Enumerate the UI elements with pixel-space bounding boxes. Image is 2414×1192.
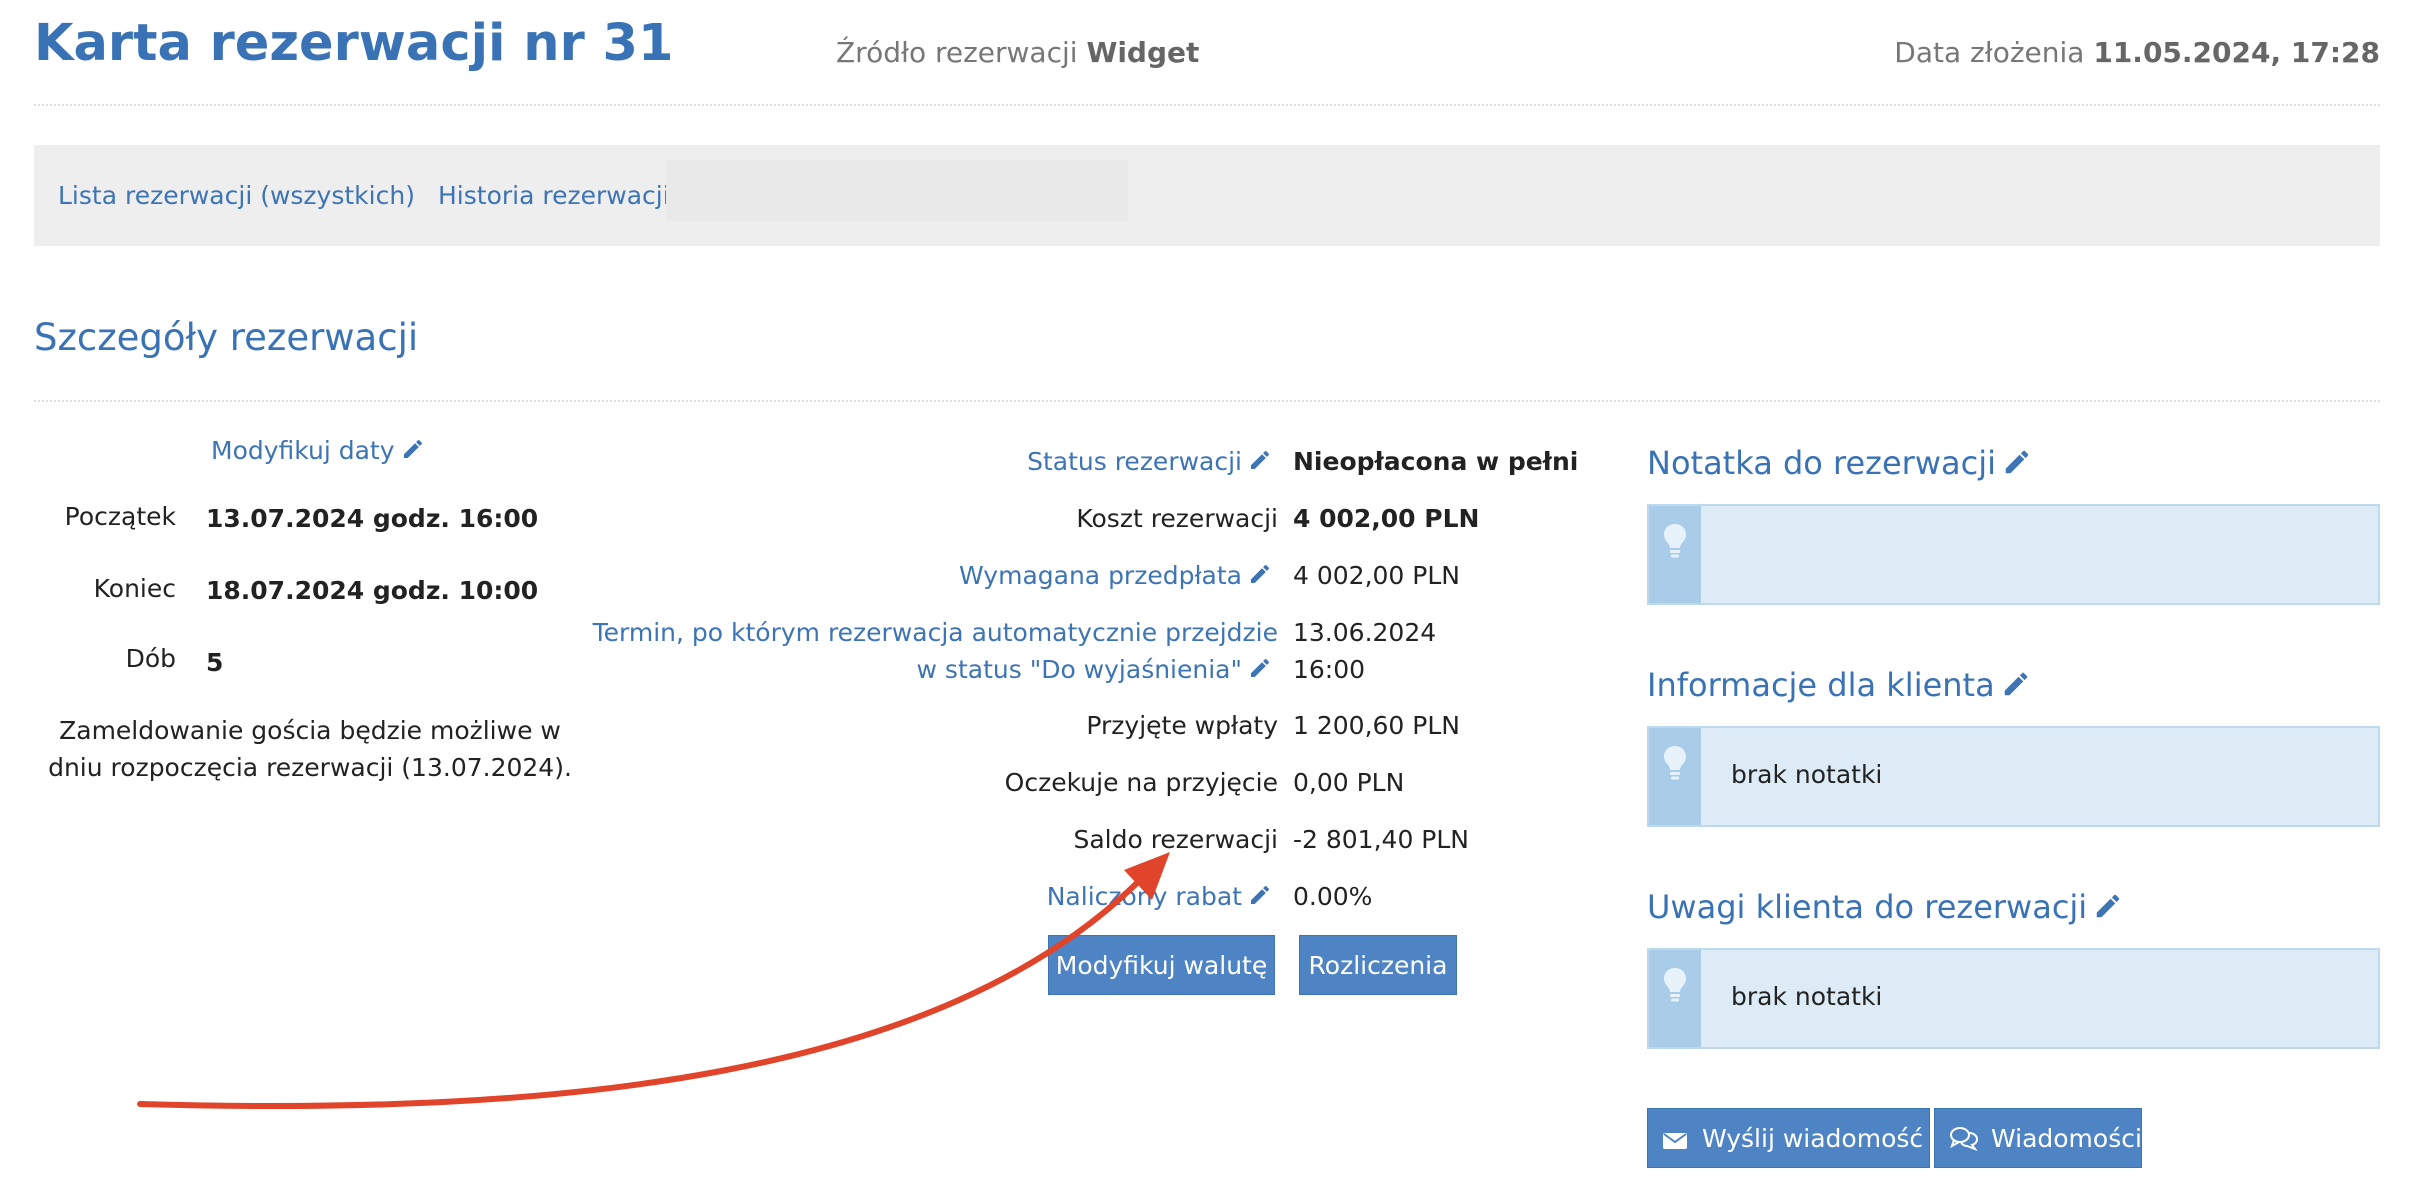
pencil-icon [403,439,422,458]
chat-bubbles-icon [1950,1127,1979,1152]
reservation-source-value: Widget [1086,36,1200,69]
status-value: Nieopłacona w pełni [1293,447,1579,476]
pending-label: Oczekuje na przyjęcie [1004,768,1278,797]
client-info-title: Informacje dla klienta [1647,666,1995,704]
client-remarks-edit[interactable]: Uwagi klienta do rezerwacji [1647,888,2123,926]
messages-button[interactable]: Wiadomości [1934,1108,2142,1168]
deadline-edit-link[interactable]: w status "Do wyjaśnienia" [917,651,1272,688]
deadline-time: 16:00 [1293,655,1366,684]
send-message-label: Wyślij wiadomość [1701,1124,1924,1153]
section-divider [34,400,2380,402]
client-remarks-box: brak notatki [1647,948,2380,1049]
lightbulb-icon [1664,746,1686,780]
cost-label: Koszt rezerwacji [1076,504,1278,533]
pending-value: 0,00 PLN [1293,768,1405,797]
pencil-icon [1251,564,1269,583]
reservation-source: Źródło rezerwacji Widget [836,36,1199,69]
prepayment-edit-link[interactable]: Wymagana przedpłata [959,557,1272,594]
discount-value: 0.00% [1293,882,1373,911]
messages-label: Wiadomości [1990,1124,2142,1153]
modify-dates-label: Modyfikuj daty [211,436,395,465]
client-info-box: brak notatki [1647,726,2380,827]
modify-dates-link[interactable]: Modyfikuj daty [211,436,425,465]
booking-note-title: Notatka do rezerwacji [1647,444,1996,482]
balance-value: -2 801,40 PLN [1293,825,1470,854]
modify-currency-button[interactable]: Modyfikuj walutę [1048,935,1275,995]
start-label: Początek [64,502,176,531]
prepayment-value: 4 002,00 PLN [1293,561,1460,590]
nav-reservation-history-link[interactable]: Historia rezerwacji [438,181,670,210]
discount-label: Naliczony rabat [1046,882,1242,911]
lightbulb-icon [1664,968,1686,1002]
prepayment-label: Wymagana przedpłata [959,561,1242,590]
header-divider [34,104,2380,106]
nights-label: Dób [125,644,176,673]
pencil-icon [1251,450,1269,469]
client-remarks-title: Uwagi klienta do rezerwacji [1647,888,2088,926]
start-value: 13.07.2024 godz. 16:00 [206,504,539,533]
submission-date-value: 11.05.2024, 17:28 [2093,36,2380,69]
reservation-source-label: Źródło rezerwacji [836,36,1078,69]
deadline-label-line1[interactable]: Termin, po którym rezerwacja automatyczn… [593,614,1278,651]
pencil-icon [1251,885,1269,904]
client-info-edit[interactable]: Informacje dla klienta [1647,666,2031,704]
booking-note-box [1647,504,2380,605]
client-remarks-text: brak notatki [1731,982,1883,1011]
envelope-icon [1663,1133,1687,1149]
balance-label: Saldo rezerwacji [1073,825,1278,854]
section-title: Szczegóły rezerwacji [34,316,419,359]
discount-edit-link[interactable]: Naliczony rabat [1047,878,1272,915]
received-payments-label: Przyjęte wpłaty [1086,711,1278,740]
client-info-text: brak notatki [1731,760,1883,789]
checkin-note: Zameldowanie gościa będzie możliwe w dni… [48,716,572,782]
end-label: Koniec [93,574,176,603]
pencil-icon [2096,894,2120,918]
submission-date: Data złożenia 11.05.2024, 17:28 [1894,36,2380,69]
deadline-date: 13.06.2024 [1293,618,1437,647]
cost-value: 4 002,00 PLN [1293,504,1480,533]
lightbulb-icon [1664,524,1686,558]
page-title: Karta rezerwacji nr 31 [34,14,674,73]
nav-all-reservations-link[interactable]: Lista rezerwacji (wszystkich) [58,181,415,210]
pencil-icon [2004,672,2027,696]
nights-value: 5 [206,648,224,677]
status-edit-link[interactable]: Status rezerwacji [1027,443,1272,480]
reservation-nav: Lista rezerwacji (wszystkich) Historia r… [34,145,2380,246]
nav-empty-slot [666,160,1128,221]
booking-note-edit[interactable]: Notatka do rezerwacji [1647,444,2032,482]
pencil-icon [2005,450,2029,474]
send-message-button[interactable]: Wyślij wiadomość [1647,1108,1951,1168]
deadline-label-line2: w status "Do wyjaśnienia" [916,655,1242,684]
pencil-icon [1251,658,1269,677]
status-label: Status rezerwacji [1027,447,1242,476]
settlements-button[interactable]: Rozliczenia [1299,935,1457,995]
end-value: 18.07.2024 godz. 10:00 [206,576,539,605]
reservation-card-page: Karta rezerwacji nr 31 Źródło rezerwacji… [0,0,2414,1192]
submission-date-label: Data złożenia [1894,36,2085,69]
received-payments-value: 1 200,60 PLN [1293,711,1460,740]
